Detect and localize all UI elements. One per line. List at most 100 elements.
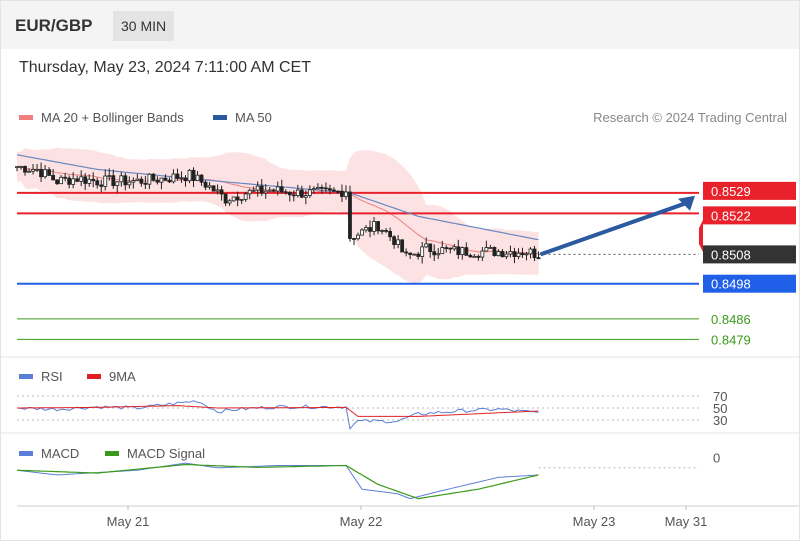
chart-widget: EUR/GBP 30 MIN Thursday, May 23, 2024 7:… (0, 0, 800, 541)
candle-body (336, 190, 340, 193)
candle-body (151, 173, 156, 181)
candle-body (87, 178, 92, 184)
candle-body (247, 189, 252, 195)
candle-body (500, 251, 505, 258)
candle-body (299, 189, 304, 198)
price-label-0.8522: 0.8522 (711, 208, 751, 223)
candle-body (203, 181, 208, 188)
price-label-0.8498: 0.8498 (711, 277, 751, 292)
candle-body (119, 175, 124, 183)
price-label-0.8508: 0.8508 (711, 247, 751, 262)
candle-body (492, 247, 497, 257)
macd-level-label: 0 (713, 451, 720, 466)
candle-body (472, 255, 477, 258)
candle-body (324, 187, 328, 190)
candle-body (143, 182, 148, 185)
candle-body (344, 191, 348, 197)
candle-body (352, 238, 356, 240)
candle-body (436, 253, 441, 256)
candle-body (400, 239, 405, 253)
candle-body (408, 252, 413, 255)
candle-body (191, 169, 196, 181)
price-label-0.8486: 0.8486 (711, 312, 751, 327)
candle-body (123, 175, 128, 186)
candle-body (348, 191, 352, 239)
candle-body (287, 191, 292, 196)
candle-body (504, 253, 509, 258)
candle-body (428, 243, 433, 253)
candle-body (27, 170, 31, 173)
candle-body (131, 180, 136, 183)
candle-body (271, 189, 276, 192)
candle-body (360, 229, 364, 236)
candle-body (340, 190, 344, 197)
candle-body (71, 178, 76, 185)
candle-body (59, 176, 64, 185)
candle-body (135, 178, 140, 181)
candle-body (175, 173, 180, 179)
candle-body (111, 175, 116, 186)
candle-body (147, 173, 152, 185)
forecast-arrow-shaft (539, 200, 688, 257)
candle-body (55, 179, 60, 185)
candle-body (239, 198, 244, 201)
x-tick-label: May 21 (107, 514, 150, 529)
candle-body (508, 251, 513, 255)
candle-body (159, 177, 164, 183)
candle-body (396, 239, 401, 245)
candle-body (139, 178, 144, 184)
candle-body (512, 251, 517, 257)
candle-body (532, 248, 537, 259)
candle-body (404, 251, 409, 254)
macd-line (16, 462, 539, 500)
x-tick-label: May 23 (573, 514, 616, 529)
rsi-level-label-30: 30 (713, 413, 727, 428)
candle-body (488, 247, 493, 249)
candle-body (480, 250, 485, 258)
candle-body (51, 175, 56, 181)
candle-body (267, 189, 272, 192)
candle-body (364, 227, 368, 231)
candle-body (424, 243, 429, 248)
candle-body (368, 227, 372, 232)
candle-body (456, 246, 461, 256)
candle-body (183, 177, 188, 182)
candle-body (524, 253, 529, 256)
candle-body (332, 189, 336, 192)
candle-body (75, 178, 80, 182)
candle-body (263, 190, 268, 194)
candle-body (187, 169, 192, 182)
candle-body (207, 185, 212, 188)
candle-body (79, 176, 84, 182)
candle-body (227, 200, 232, 204)
candle-body (215, 189, 220, 192)
candle-body (243, 193, 248, 200)
candle-body (432, 251, 437, 256)
candle-body (536, 257, 541, 260)
candle-body (199, 174, 204, 183)
macd-signal-line (16, 463, 539, 500)
candle-body (307, 189, 312, 196)
candle-body (67, 177, 72, 185)
candle-body (91, 178, 96, 182)
candle-body (251, 189, 256, 192)
candle-body (444, 247, 449, 249)
candle-body (484, 247, 489, 252)
price-label-0.8529: 0.8529 (711, 184, 751, 199)
candle-body (496, 251, 501, 257)
candle-body (275, 186, 280, 192)
candle-body (303, 195, 308, 198)
candle-body (468, 254, 473, 258)
candle-body (107, 175, 112, 178)
candle-body (219, 189, 224, 195)
candle-body (448, 247, 453, 250)
candle-body (231, 196, 236, 202)
candle-body (31, 169, 35, 172)
candle-body (83, 176, 88, 184)
candle-body (392, 236, 397, 245)
candle-body (171, 173, 176, 183)
candle-body (380, 230, 384, 232)
candle-body (388, 231, 392, 238)
candle-body (376, 221, 380, 232)
candle-body (328, 188, 332, 191)
